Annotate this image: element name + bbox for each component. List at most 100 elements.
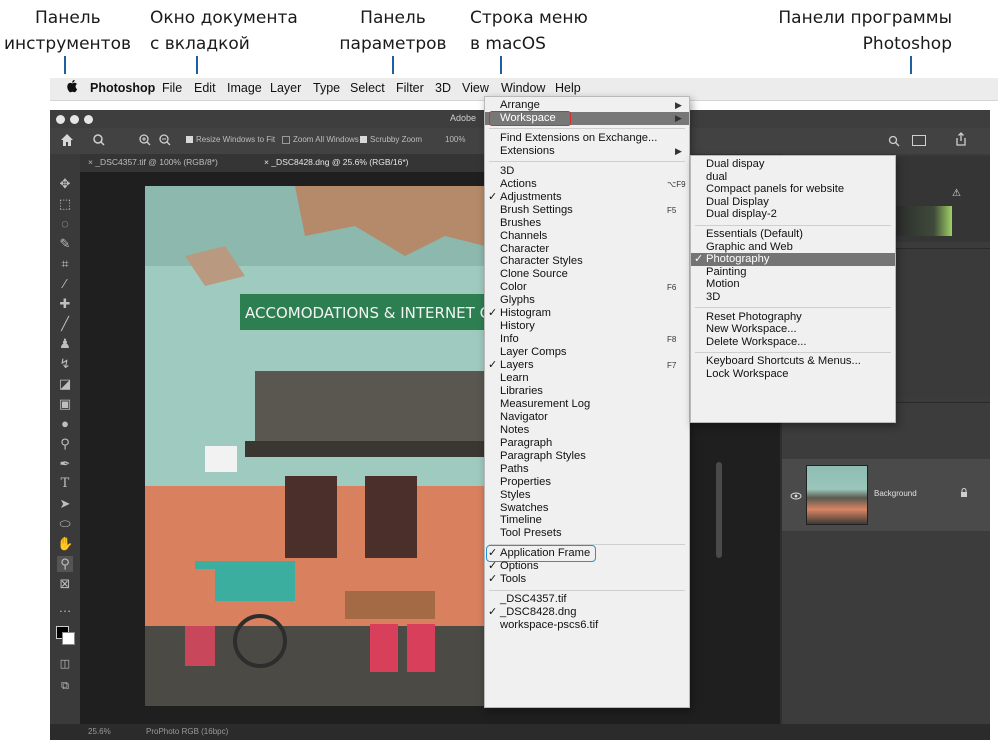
workspace-switcher-icon[interactable]: [912, 135, 926, 146]
layer-name[interactable]: Background: [874, 489, 917, 498]
workspace-menu-item-keyboard-shortcuts-menus[interactable]: Keyboard Shortcuts & Menus...: [691, 355, 895, 368]
window-menu-item-extensions[interactable]: Extensions ▶: [485, 145, 689, 158]
workspace-menu-item-compact-panels-for-website[interactable]: Compact panels for website: [691, 183, 895, 196]
window-menu-item-adjustments[interactable]: ✓ Adjustments: [485, 191, 689, 204]
window-menu-item-3d[interactable]: 3D: [485, 165, 689, 178]
layer-row-background[interactable]: Background: [782, 459, 990, 531]
lasso-tool-icon[interactable]: ◌: [57, 216, 73, 232]
workspace-menu-item-3d[interactable]: 3D: [691, 291, 895, 304]
window-menu-item-histogram[interactable]: ✓ Histogram: [485, 307, 689, 320]
window-menu-item-layer-comps[interactable]: Layer Comps: [485, 346, 689, 359]
menubar-3d[interactable]: 3D: [435, 81, 451, 95]
blur-tool-icon[interactable]: ●: [57, 416, 73, 432]
type-tool-icon[interactable]: T: [57, 476, 73, 492]
window-menu-item-timeline[interactable]: Timeline: [485, 514, 689, 527]
window-menu-item-paragraph-styles[interactable]: Paragraph Styles: [485, 450, 689, 463]
window-menu-item-channels[interactable]: Channels: [485, 230, 689, 243]
menubar-edit[interactable]: Edit: [194, 81, 216, 95]
marquee-tool-icon[interactable]: ⬚: [57, 196, 73, 212]
window-menu-item-tools[interactable]: ✓ Tools: [485, 573, 689, 586]
window-menu-item-dsc4357-tif[interactable]: _DSC4357.tif: [485, 593, 689, 606]
eraser-tool-icon[interactable]: ◪: [57, 376, 73, 392]
window-menu-item-character-styles[interactable]: Character Styles: [485, 255, 689, 268]
menubar-select[interactable]: Select: [350, 81, 385, 95]
move-tool-icon[interactable]: ✥: [57, 176, 73, 192]
canvas-scrollbar[interactable]: [716, 462, 722, 558]
zoom-value[interactable]: 100%: [445, 135, 465, 144]
background-color-swatch[interactable]: [62, 632, 75, 645]
window-menu-item-actions[interactable]: Actions ⌥F9: [485, 178, 689, 191]
window-menu-item-options[interactable]: ✓ Options: [485, 560, 689, 573]
window-menu-item-layers[interactable]: ✓ Layers F7: [485, 359, 689, 372]
resize-windows-checkbox[interactable]: [186, 136, 193, 143]
menubar-layer[interactable]: Layer: [270, 81, 301, 95]
shape-tool-icon[interactable]: ⬭: [57, 516, 73, 532]
window-menu-item-color[interactable]: Color F6: [485, 281, 689, 294]
window-menu-item-find-extensions-on-exchange[interactable]: Find Extensions on Exchange...: [485, 132, 689, 145]
more-tools-icon[interactable]: …: [57, 600, 73, 616]
window-menu-item-history[interactable]: History: [485, 320, 689, 333]
workspace-menu-item-essentials-default[interactable]: Essentials (Default): [691, 228, 895, 241]
window-menu-item-brushes[interactable]: Brushes: [485, 217, 689, 230]
search-icon[interactable]: [888, 134, 900, 152]
gradient-tool-icon[interactable]: ▣: [57, 396, 73, 412]
zoom-all-checkbox[interactable]: [282, 136, 290, 144]
apple-icon[interactable]: [66, 79, 78, 96]
hand-tool-icon[interactable]: ✋: [57, 536, 73, 552]
window-menu-item-glyphs[interactable]: Glyphs: [485, 294, 689, 307]
window-menu-item-application-frame[interactable]: ✓ Application Frame: [485, 545, 689, 563]
workspace-menu-item-delete-workspace[interactable]: Delete Workspace...: [691, 336, 895, 349]
window-menu-item-libraries[interactable]: Libraries: [485, 385, 689, 398]
frame-tool-icon[interactable]: ⊠: [57, 576, 73, 592]
window-menu-item-workspace[interactable]: Workspace ▶: [485, 110, 689, 126]
layer-visibility-eye-icon[interactable]: [790, 487, 802, 505]
window-menu-item-learn[interactable]: Learn: [485, 372, 689, 385]
window-menu-item-paragraph[interactable]: Paragraph: [485, 437, 689, 450]
home-icon[interactable]: [60, 133, 74, 152]
workspace-menu-item-lock-workspace[interactable]: Lock Workspace: [691, 368, 895, 381]
path-select-tool-icon[interactable]: ➤: [57, 496, 73, 512]
menubar-filter[interactable]: Filter: [396, 81, 424, 95]
status-zoom[interactable]: 25.6%: [88, 727, 111, 736]
menubar-app-name[interactable]: Photoshop: [90, 81, 155, 95]
zoom-window-button[interactable]: [84, 115, 93, 124]
menubar-window[interactable]: Window: [501, 81, 545, 95]
window-menu-item-measurement-log[interactable]: Measurement Log: [485, 398, 689, 411]
clone-stamp-tool-icon[interactable]: ♟: [57, 336, 73, 352]
menubar-image[interactable]: Image: [227, 81, 262, 95]
pen-tool-icon[interactable]: ✒: [57, 456, 73, 472]
window-menu-item-info[interactable]: Info F8: [485, 333, 689, 346]
close-window-button[interactable]: [56, 115, 65, 124]
crop-tool-icon[interactable]: ⌗: [57, 256, 73, 272]
minimize-window-button[interactable]: [70, 115, 79, 124]
workspace-menu-item-motion[interactable]: Motion: [691, 278, 895, 291]
window-menu-item-navigator[interactable]: Navigator: [485, 411, 689, 424]
window-menu-item-character[interactable]: Character: [485, 243, 689, 256]
workspace-menu-item-new-workspace[interactable]: New Workspace...: [691, 323, 895, 336]
menubar-type[interactable]: Type: [313, 81, 340, 95]
window-menu-item-styles[interactable]: Styles: [485, 489, 689, 502]
zoom-tool-icon[interactable]: [92, 133, 108, 152]
zoom-out-icon[interactable]: [158, 133, 172, 152]
brush-tool-icon[interactable]: ╱: [57, 316, 73, 332]
workspace-menu-item-dual-display-2[interactable]: Dual display-2: [691, 208, 895, 221]
window-menu-item-paths[interactable]: Paths: [485, 463, 689, 476]
dodge-tool-icon[interactable]: ⚲: [57, 436, 73, 452]
zoom-tool-panel-icon[interactable]: ⚲: [57, 556, 73, 572]
healing-brush-tool-icon[interactable]: ✚: [57, 296, 73, 312]
zoom-in-icon[interactable]: [138, 133, 152, 152]
workspace-menu-item-dual[interactable]: dual: [691, 171, 895, 184]
screen-mode-icon[interactable]: ⧉: [57, 678, 73, 694]
window-menu-item-swatches[interactable]: Swatches: [485, 502, 689, 515]
workspace-menu-item-dual-dispay[interactable]: Dual dispay: [691, 158, 895, 171]
workspace-menu-item-photography[interactable]: ✓ Photography: [691, 253, 895, 267]
workspace-menu-item-graphic-and-web[interactable]: Graphic and Web: [691, 241, 895, 254]
window-menu-item-notes[interactable]: Notes: [485, 424, 689, 437]
window-menu-item-clone-source[interactable]: Clone Source: [485, 268, 689, 281]
menubar-help[interactable]: Help: [555, 81, 581, 95]
window-menu-item-brush-settings[interactable]: Brush Settings F5: [485, 204, 689, 217]
quick-mask-icon[interactable]: ◫: [57, 656, 73, 672]
history-brush-tool-icon[interactable]: ↯: [57, 356, 73, 372]
quick-select-tool-icon[interactable]: ✎: [57, 236, 73, 252]
menubar-file[interactable]: File: [162, 81, 182, 95]
